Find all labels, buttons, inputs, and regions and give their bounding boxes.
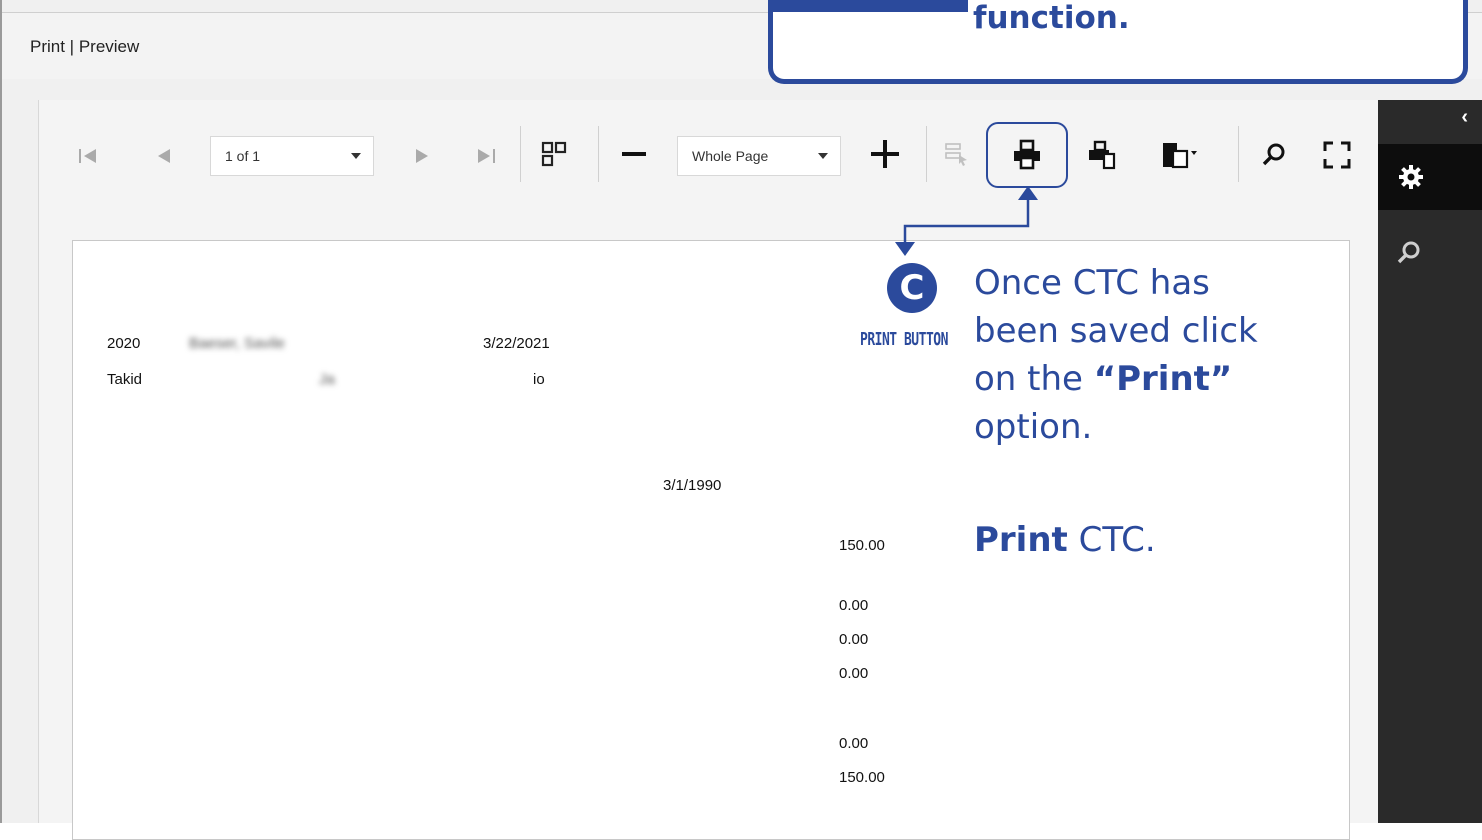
step-instruction: Once CTC has been saved click on the “Pr… bbox=[974, 259, 1354, 451]
step-label: PRINT BUTTON bbox=[860, 330, 948, 351]
instruction-text: on the bbox=[974, 359, 1094, 399]
instruction-emphasis: “Print” bbox=[1093, 359, 1233, 399]
instruction-line: option. bbox=[974, 407, 1093, 447]
print-emphasis: Print bbox=[974, 520, 1068, 560]
print-instruction: Print CTC. bbox=[974, 520, 1156, 560]
print-rest: CTC. bbox=[1067, 520, 1156, 560]
step-badge: C bbox=[887, 263, 937, 313]
instruction-line: been saved click bbox=[974, 311, 1258, 351]
instruction-line: Once CTC has bbox=[974, 263, 1210, 303]
instruction-line: on the “Print” bbox=[974, 355, 1354, 403]
